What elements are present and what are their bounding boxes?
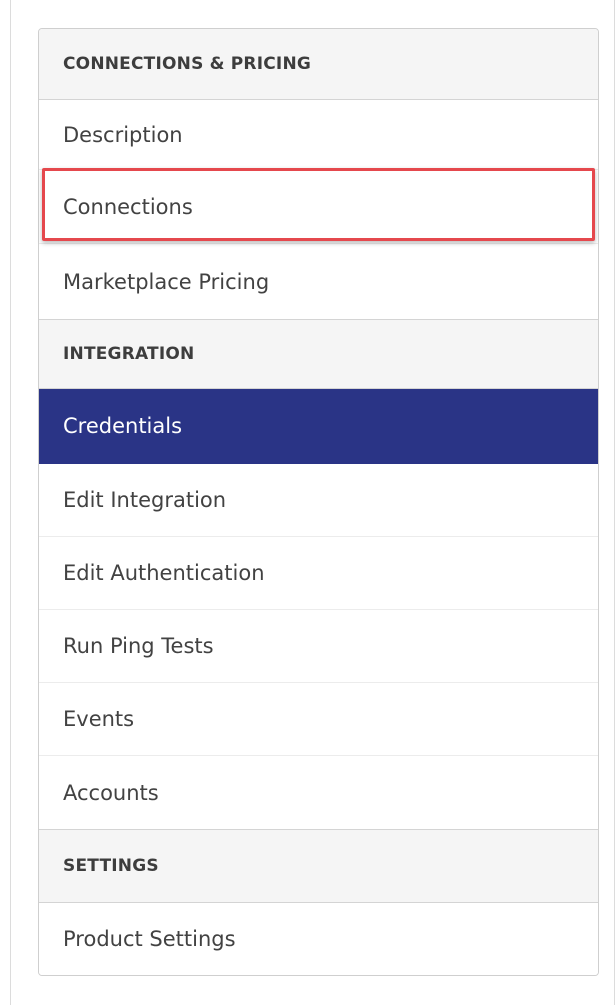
nav-item-edit-authentication[interactable]: Edit Authentication bbox=[39, 537, 598, 610]
nav-item-marketplace-pricing[interactable]: Marketplace Pricing bbox=[39, 244, 598, 320]
nav-item-events[interactable]: Events bbox=[39, 683, 598, 756]
section-header-integration: INTEGRATION bbox=[39, 320, 598, 389]
section-header-settings: SETTINGS bbox=[39, 830, 598, 903]
nav-item-credentials[interactable]: Credentials bbox=[39, 389, 598, 464]
settings-nav-panel: CONNECTIONS & PRICING Description Connec… bbox=[38, 28, 599, 976]
section-header-connections-pricing: CONNECTIONS & PRICING bbox=[39, 29, 598, 100]
nav-item-edit-integration[interactable]: Edit Integration bbox=[39, 464, 598, 537]
nav-item-run-ping-tests[interactable]: Run Ping Tests bbox=[39, 610, 598, 683]
nav-item-description[interactable]: Description bbox=[39, 100, 598, 170]
nav-item-accounts[interactable]: Accounts bbox=[39, 756, 598, 830]
nav-item-connections[interactable]: Connections bbox=[39, 170, 598, 244]
nav-item-product-settings[interactable]: Product Settings bbox=[39, 903, 598, 975]
